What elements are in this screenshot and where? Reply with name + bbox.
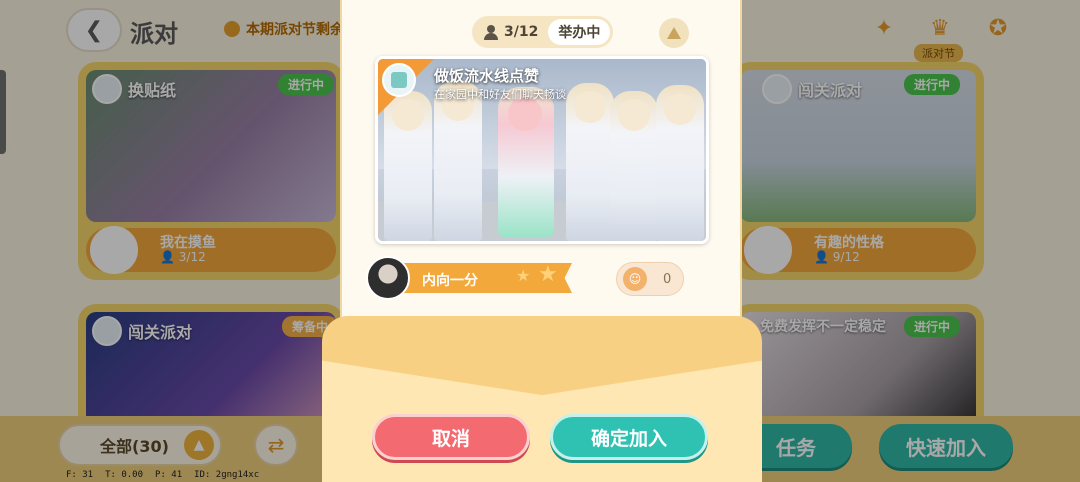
- star-icon: ★: [516, 266, 531, 285]
- confirm-join-button[interactable]: 确定加入: [550, 414, 708, 460]
- like-button[interactable]: ☺ 0: [616, 262, 684, 296]
- host-info[interactable]: ★ ★ 内向一分: [366, 256, 574, 300]
- character-figure: [566, 83, 614, 241]
- member-count-text: 3/12: [504, 24, 539, 40]
- warning-icon: [667, 27, 681, 39]
- host-name: 内向一分: [422, 273, 478, 289]
- character-figure: [610, 91, 658, 241]
- party-logo-icon: [382, 63, 416, 97]
- character-figure: [434, 81, 482, 241]
- like-count: 0: [663, 271, 672, 287]
- party-photo: 做饭流水线点赞 在家园中和好友们聊天畅谈: [375, 56, 709, 244]
- character-figure: [656, 85, 704, 241]
- party-title: 做饭流水线点赞: [434, 67, 540, 85]
- party-status-pill: 3/12 举办中: [472, 16, 614, 48]
- cancel-button[interactable]: 取消: [372, 414, 530, 460]
- party-state: 举办中: [548, 19, 611, 45]
- avatar[interactable]: [366, 256, 410, 300]
- member-count: 3/12: [472, 24, 548, 40]
- star-icon: ★: [538, 262, 558, 287]
- smile-icon: ☺: [623, 267, 647, 291]
- character-figure: [498, 87, 554, 237]
- person-icon: [484, 25, 498, 40]
- report-button[interactable]: [659, 18, 689, 48]
- side-drawer-handle[interactable]: [0, 70, 6, 154]
- join-party-dialog: 3/12 举办中 做饭流水线点赞 在家园中和好友们聊天畅谈 ★ ★ 内向一分 ☺…: [322, 0, 762, 482]
- party-subtitle: 在家园中和好友们聊天畅谈: [434, 88, 566, 101]
